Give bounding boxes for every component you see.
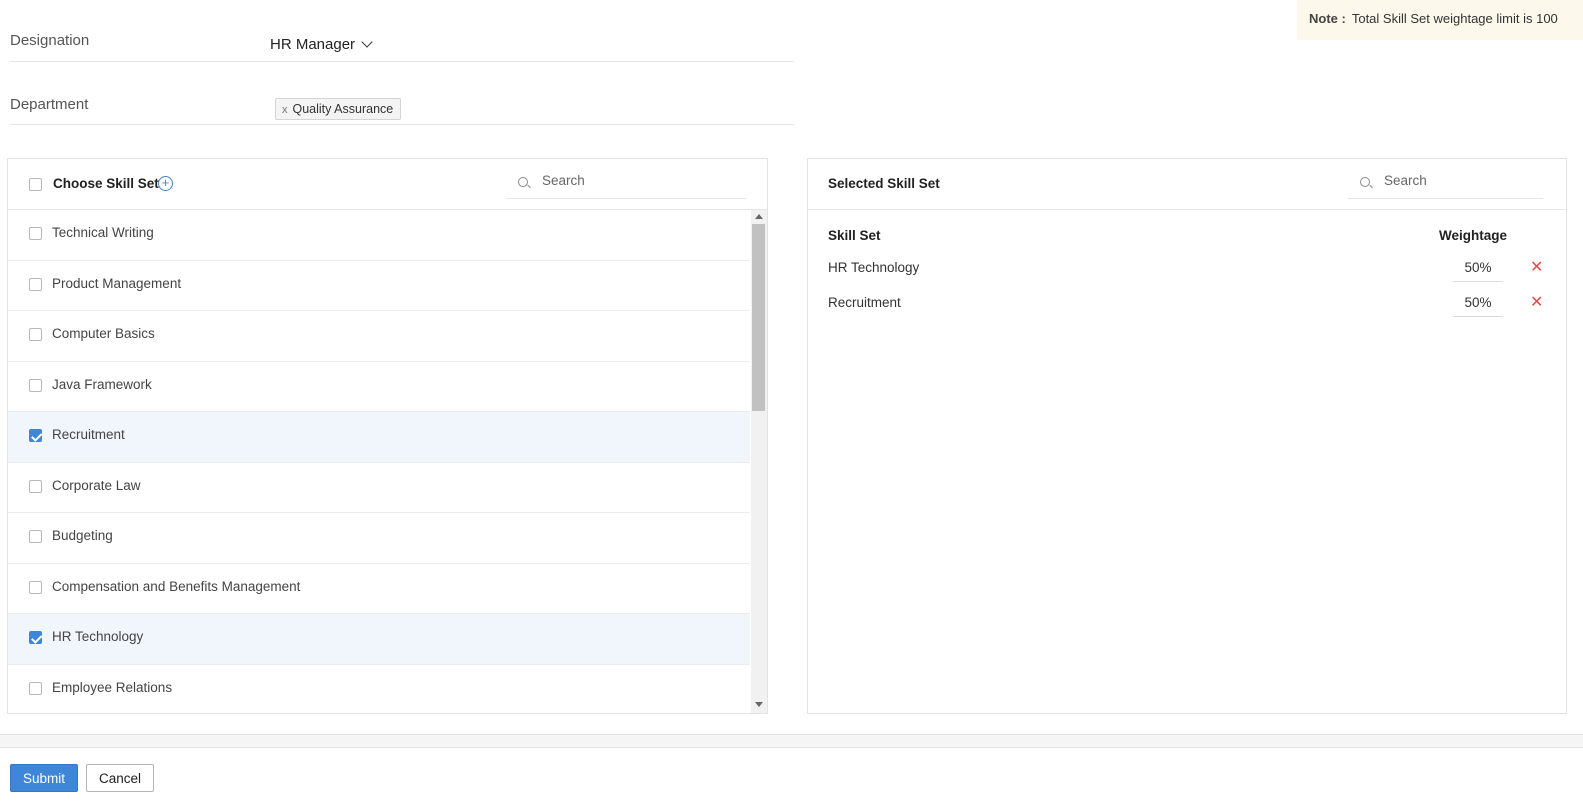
skill-label: HR Technology (52, 629, 144, 644)
selected-panel-header: Selected Skill Set (808, 159, 1566, 210)
skill-list-item[interactable]: HR Technology (8, 614, 750, 665)
note-label: Note : (1309, 11, 1346, 26)
weightage-input[interactable] (1453, 288, 1503, 317)
department-row: Department x Quality Assurance (10, 62, 794, 125)
department-tag: x Quality Assurance (275, 98, 402, 120)
skill-checkbox[interactable] (29, 227, 42, 240)
skill-label: Employee Relations (52, 679, 173, 695)
chevron-down-icon (361, 36, 373, 48)
scroll-up-arrow-icon[interactable] (755, 214, 763, 219)
column-weightage: Weightage (1439, 228, 1508, 243)
selected-skill-row: Recruitment ✕ (828, 288, 1548, 324)
search-icon (1360, 177, 1370, 187)
footer-divider (0, 734, 1583, 748)
skill-list-item[interactable]: Computer Basics (8, 311, 750, 362)
skill-checkbox[interactable] (29, 580, 42, 594)
designation-row: Designation HR Manager (10, 0, 794, 62)
tag-remove-icon[interactable]: x (282, 104, 288, 116)
skill-label: Product Management (52, 275, 182, 291)
choose-search-box (506, 171, 746, 199)
weightage-note: Note : Total Skill Set weightage limit is… (1297, 0, 1583, 40)
selected-skill-set-panel: Selected Skill Set Skill Set Weightage H… (807, 158, 1567, 714)
select-all-checkbox[interactable] (29, 178, 42, 191)
skill-list-item[interactable]: Compensation and Benefits Management (8, 564, 750, 614)
choose-panel-title: Choose Skill Set (53, 176, 159, 191)
skill-list-item[interactable]: Technical Writing (8, 210, 750, 261)
skill-checkbox[interactable] (29, 530, 42, 543)
skill-list-scrollbar[interactable] (751, 210, 767, 713)
skill-label: Recruitment (52, 427, 125, 442)
skill-label: Computer Basics (52, 326, 155, 341)
selected-search-box (1348, 171, 1543, 199)
search-icon (518, 177, 528, 187)
designation-value: HR Manager (270, 36, 356, 53)
skill-label: Compensation and Benefits Management (52, 578, 301, 594)
designation-label: Designation (10, 32, 90, 49)
skill-label: Technical Writing (52, 225, 154, 240)
scroll-thumb[interactable] (752, 224, 765, 411)
skill-checkbox[interactable] (29, 681, 42, 695)
choose-panel-header: Choose Skill Set + (8, 159, 767, 210)
skill-list: Technical Writing Product Management Compu… (8, 210, 750, 713)
skill-list-item[interactable]: Budgeting (8, 513, 750, 564)
skill-checkbox[interactable] (29, 328, 42, 341)
skill-list-item[interactable]: Corporate Law (8, 463, 750, 513)
column-skill-set: Skill Set (828, 228, 881, 243)
skill-list-item[interactable]: Product Management (8, 261, 750, 311)
submit-button[interactable]: Submit (10, 764, 78, 792)
skill-label: Corporate Law (52, 477, 141, 493)
skill-list-item[interactable]: Recruitment (8, 412, 750, 463)
note-text: Total Skill Set weightage limit is 100 (1351, 11, 1558, 26)
skill-checkbox[interactable] (29, 479, 42, 493)
scroll-down-arrow-icon[interactable] (755, 702, 763, 707)
skill-checkbox[interactable] (29, 277, 42, 291)
selected-skill-name: Recruitment (828, 295, 901, 310)
skill-list-item[interactable]: Employee Relations (8, 665, 750, 714)
skill-label: Budgeting (52, 528, 113, 543)
department-tag-label: Quality Assurance (292, 102, 394, 116)
skill-checkbox[interactable] (29, 631, 42, 644)
selected-panel-title: Selected Skill Set (828, 176, 940, 191)
skill-checkbox[interactable] (29, 429, 42, 442)
remove-skill-icon[interactable]: ✕ (1530, 257, 1543, 277)
choose-search-input[interactable] (542, 173, 722, 188)
selected-skill-row: HR Technology ✕ (828, 253, 1548, 289)
skill-list-item[interactable]: Java Framework (8, 362, 750, 412)
selected-skill-name: HR Technology (828, 260, 920, 275)
selected-search-input[interactable] (1384, 173, 1534, 188)
cancel-button[interactable]: Cancel (86, 764, 154, 792)
add-skill-icon[interactable]: + (158, 176, 173, 191)
skill-checkbox[interactable] (29, 378, 42, 392)
skill-label: Java Framework (52, 376, 152, 392)
choose-skill-set-panel: Choose Skill Set + Technical Writing Prod… (7, 158, 768, 714)
department-label: Department (10, 96, 89, 113)
weightage-input[interactable] (1453, 253, 1503, 282)
designation-dropdown[interactable]: HR Manager (270, 36, 373, 53)
remove-skill-icon[interactable]: ✕ (1530, 292, 1543, 312)
